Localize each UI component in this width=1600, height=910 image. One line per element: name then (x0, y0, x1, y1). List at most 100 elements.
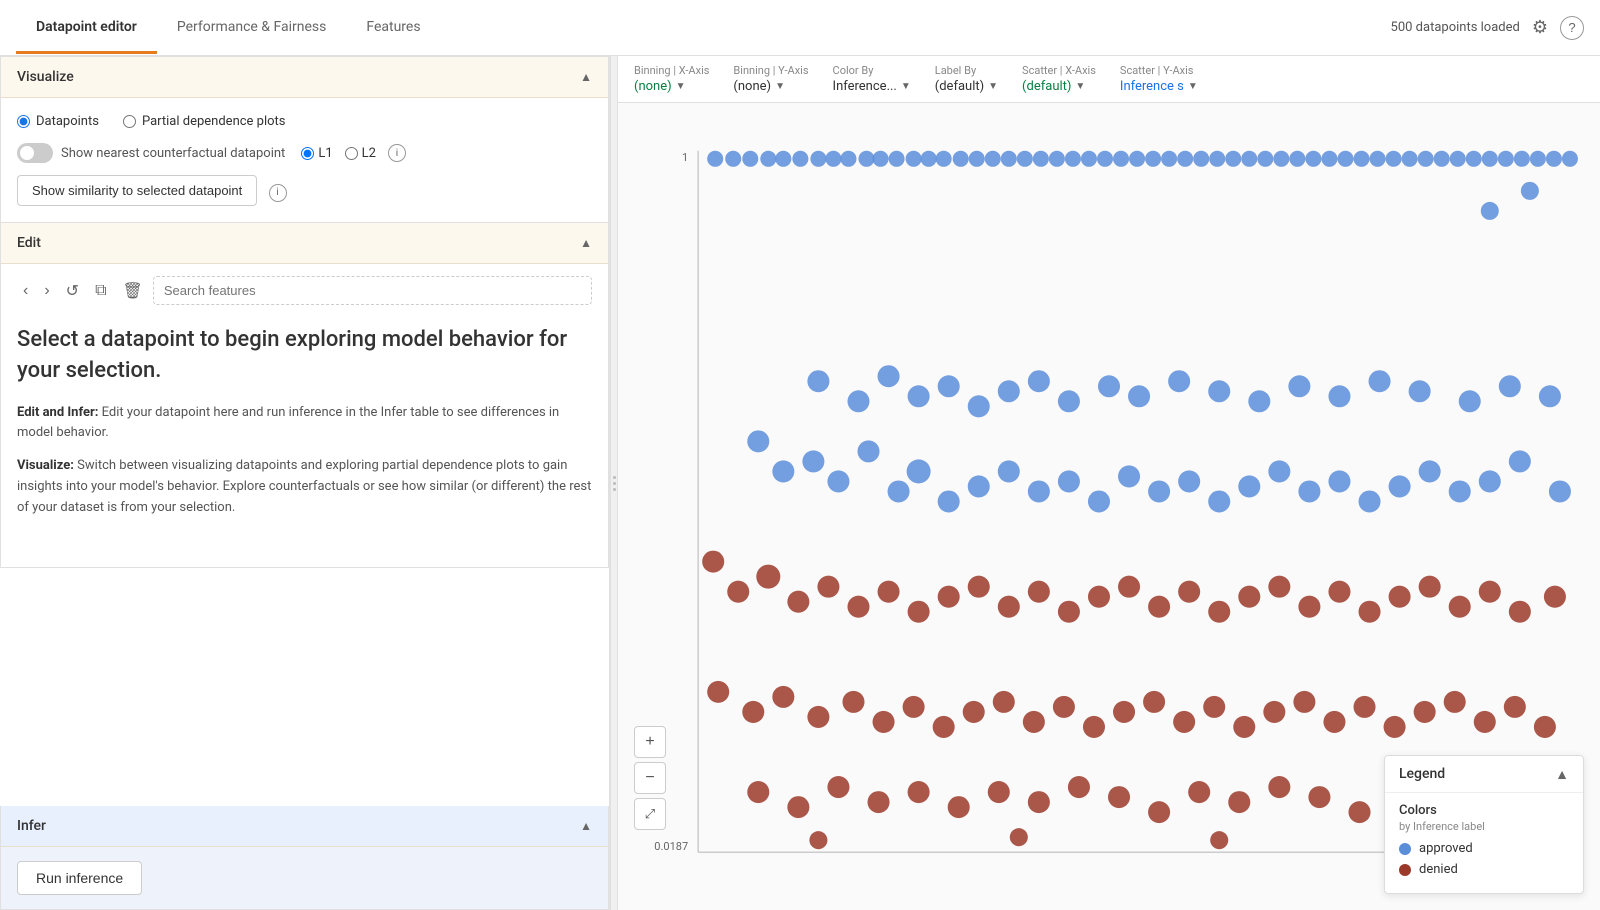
edit-toolbar: ‹ › ↺ ⧉ 🗑 (17, 276, 592, 305)
legend-colors-label: Colors (1399, 803, 1569, 818)
copy-button[interactable]: ⧉ (89, 278, 112, 304)
l1-radio[interactable]: L1 (301, 146, 332, 161)
edit-section-header[interactable]: Edit ▲ (1, 223, 608, 264)
partial-dependence-radio-input[interactable] (123, 115, 136, 128)
l2-radio[interactable]: L2 (345, 146, 376, 161)
similarity-row: Show similarity to selected datapoint i (17, 171, 592, 206)
color-by-select[interactable]: Inference... ▼ (833, 79, 911, 94)
infer-chevron-icon: ▲ (580, 819, 592, 833)
undo-forward-button[interactable]: › (38, 278, 55, 304)
metric-info-icon[interactable]: i (388, 144, 406, 162)
svg-text:0.0187: 0.0187 (654, 840, 688, 853)
partial-dependence-radio-label: Partial dependence plots (142, 114, 286, 129)
chart-controls: + − ⤢ (634, 726, 666, 830)
counterfactual-label: Show nearest counterfactual datapoint (61, 146, 285, 161)
denied-label: denied (1419, 862, 1458, 877)
datapoints-radio-input[interactable] (17, 115, 30, 128)
placeholder-text: Select a datapoint to begin exploring mo… (17, 317, 592, 555)
divider-dot (613, 476, 616, 479)
legend-item-approved: approved (1399, 841, 1569, 856)
legend-title: Legend (1399, 766, 1445, 782)
l2-label: L2 (362, 146, 376, 161)
l1-radio-input[interactable] (301, 147, 314, 160)
scatter-x-axis-label: Scatter | X-Axis (1022, 64, 1096, 77)
label-by-dropdown-icon: ▼ (988, 81, 998, 92)
scatter-x-axis-group: Scatter | X-Axis (default) ▼ (1022, 64, 1096, 94)
tab-performance-fairness[interactable]: Performance & Fairness (157, 3, 347, 54)
visualize-section: Visualize ▲ Datapoints Partial dependenc… (0, 56, 609, 223)
scatter-y-axis-value: Inference s (1120, 79, 1184, 94)
label-by-value: (default) (935, 79, 984, 94)
edit-title: Edit (17, 235, 41, 251)
legend-panel: Legend ▲ Colors by Inference label appro… (1384, 755, 1584, 894)
tab-datapoint-editor[interactable]: Datapoint editor (16, 3, 157, 54)
chart-area[interactable]: 1 0.0187 (618, 103, 1600, 910)
color-by-group: Color By Inference... ▼ (833, 64, 911, 94)
scatter-y-axis-dropdown-icon: ▼ (1188, 81, 1198, 92)
binning-y-axis-label: Binning | Y-Axis (733, 64, 808, 77)
l2-radio-input[interactable] (345, 147, 358, 160)
scatter-x-axis-value: (default) (1022, 79, 1071, 94)
divider-dot (613, 482, 616, 485)
legend-header: Legend ▲ (1385, 756, 1583, 793)
tab-features[interactable]: Features (346, 3, 440, 54)
visualize-section-header[interactable]: Visualize ▲ (1, 57, 608, 98)
datapoints-radio[interactable]: Datapoints (17, 114, 99, 129)
zoom-in-button[interactable]: + (634, 726, 666, 758)
chart-toolbar: Binning | X-Axis (none) ▼ Binning | Y-Ax… (618, 56, 1600, 103)
scatter-y-axis-select[interactable]: Inference s ▼ (1120, 79, 1198, 94)
datapoints-radio-label: Datapoints (36, 114, 99, 129)
edit-chevron-icon: ▲ (580, 236, 592, 250)
placeholder-title: Select a datapoint to begin exploring mo… (17, 325, 592, 387)
edit-and-infer-label: Edit and Infer: (17, 405, 98, 420)
scatter-y-axis-group: Scatter | Y-Axis Inference s ▼ (1120, 64, 1198, 94)
binning-x-axis-group: Binning | X-Axis (none) ▼ (634, 64, 709, 94)
l1-l2-group: L1 L2 i (301, 144, 406, 162)
label-by-group: Label By (default) ▼ (935, 64, 998, 94)
right-panel: Binning | X-Axis (none) ▼ Binning | Y-Ax… (618, 56, 1600, 910)
partial-dependence-radio[interactable]: Partial dependence plots (123, 114, 286, 129)
infer-section: Infer ▲ Run inference (0, 806, 609, 910)
infer-content: Run inference (1, 847, 608, 909)
legend-collapse-button[interactable]: ▲ (1555, 766, 1569, 782)
color-by-label: Color By (833, 64, 911, 77)
scatter-x-axis-select[interactable]: (default) ▼ (1022, 79, 1096, 94)
edit-content: ‹ › ↺ ⧉ 🗑 Select a datapoint to begin ex… (1, 264, 608, 567)
legend-body: Colors by Inference label approved denie… (1385, 793, 1583, 893)
panel-divider[interactable] (610, 56, 618, 910)
approved-color-dot (1399, 843, 1411, 855)
binning-y-axis-select[interactable]: (none) ▼ (733, 79, 808, 94)
visualize-text: Switch between visualizing datapoints an… (17, 458, 591, 515)
visualize-section-text: Visualize: Switch between visualizing da… (17, 456, 592, 518)
fit-screen-button[interactable]: ⤢ (634, 798, 666, 830)
binning-x-axis-label: Binning | X-Axis (634, 64, 709, 77)
color-by-value: Inference... (833, 79, 897, 94)
scatter-x-axis-dropdown-icon: ▼ (1075, 81, 1085, 92)
infer-section-header[interactable]: Infer ▲ (1, 806, 608, 847)
similarity-button[interactable]: Show similarity to selected datapoint (17, 175, 257, 206)
visualize-label: Visualize: (17, 458, 74, 473)
zoom-out-button[interactable]: − (634, 762, 666, 794)
binning-x-axis-select[interactable]: (none) ▼ (634, 79, 709, 94)
help-button[interactable]: ? (1560, 16, 1584, 40)
undo-back-button[interactable]: ‹ (17, 278, 34, 304)
binning-x-axis-dropdown-icon: ▼ (676, 81, 686, 92)
counterfactual-toggle[interactable] (17, 143, 53, 163)
denied-color-dot (1399, 864, 1411, 876)
search-features-input[interactable] (153, 276, 592, 305)
approved-label: approved (1419, 841, 1473, 856)
legend-item-denied: denied (1399, 862, 1569, 877)
visualize-title: Visualize (17, 69, 74, 85)
binning-y-axis-dropdown-icon: ▼ (775, 81, 785, 92)
svg-text:1: 1 (682, 151, 688, 164)
delete-button[interactable]: 🗑 (117, 277, 149, 305)
scatter-y-axis-label: Scatter | Y-Axis (1120, 64, 1198, 77)
settings-button[interactable]: ⚙ (1532, 17, 1548, 38)
run-inference-button[interactable]: Run inference (17, 861, 142, 895)
l1-label: L1 (318, 146, 332, 161)
history-button[interactable]: ↺ (60, 277, 85, 305)
edit-and-infer-section: Edit and Infer: Edit your datapoint here… (17, 403, 592, 445)
label-by-select[interactable]: (default) ▼ (935, 79, 998, 94)
top-nav-right: 500 datapoints loaded ⚙ ? (1391, 16, 1584, 40)
similarity-info-icon[interactable]: i (269, 184, 287, 202)
